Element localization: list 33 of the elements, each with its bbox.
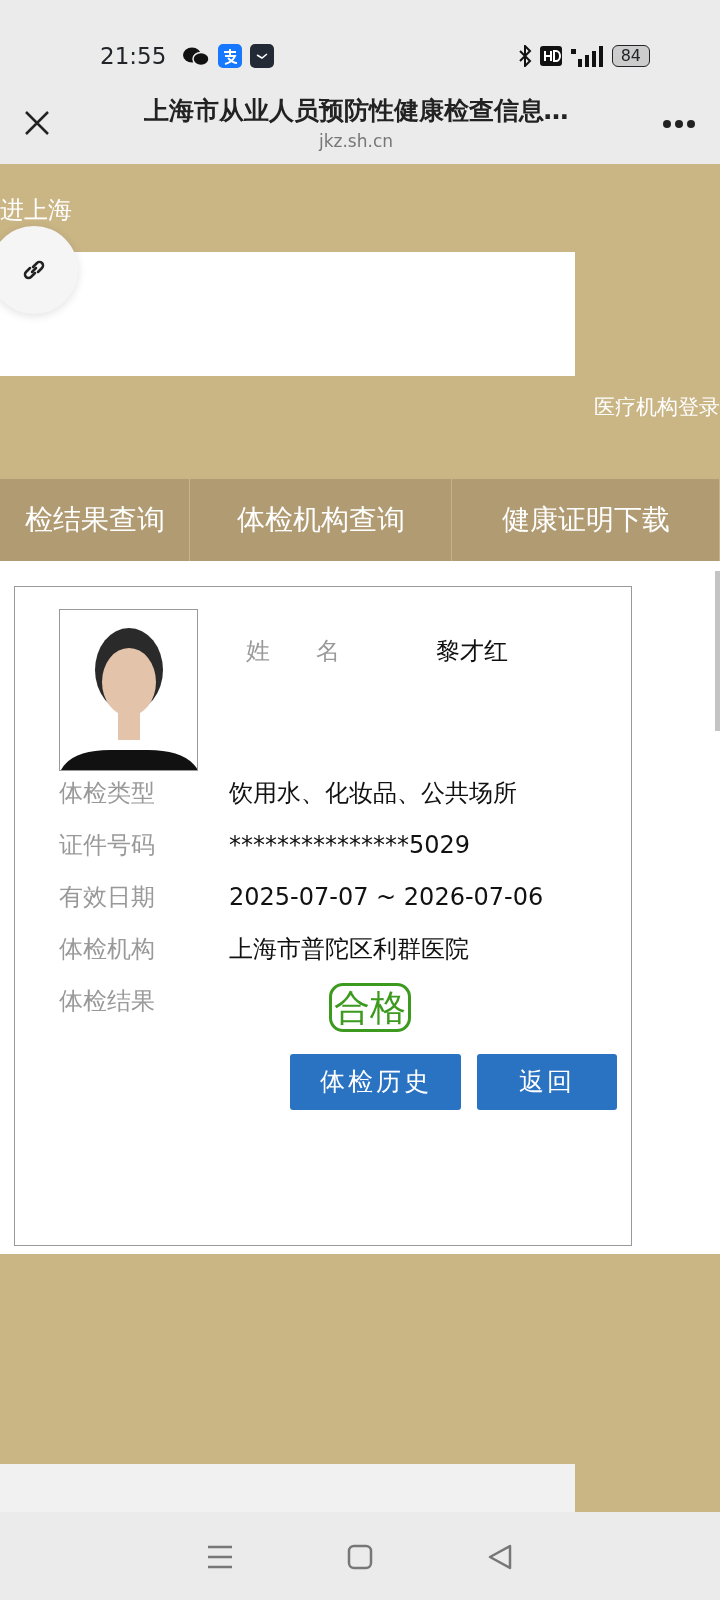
page-title: 上海市从业人员预防性健康检查信息… bbox=[142, 94, 570, 127]
close-icon bbox=[24, 110, 50, 136]
field-value: ***************5029 bbox=[229, 830, 471, 861]
app-icon bbox=[250, 44, 275, 68]
payment-app-icon bbox=[218, 44, 243, 68]
field-value: 2025-07-07 ~ 2026-07-06 bbox=[229, 882, 544, 913]
hd-icon bbox=[539, 46, 562, 66]
field-value: 饮用水、化妆品、公共场所 bbox=[229, 778, 517, 809]
name-value: 黎才红 bbox=[436, 636, 508, 667]
field-label: 有效日期 bbox=[59, 882, 156, 913]
battery-level: 84 bbox=[620, 45, 641, 67]
field-label: 证件号码 bbox=[59, 830, 156, 861]
field-label: 体检机构 bbox=[59, 934, 156, 965]
field-label: 体检类型 bbox=[59, 778, 156, 809]
name-label: 名 bbox=[316, 636, 340, 667]
home-icon[interactable] bbox=[347, 1544, 373, 1570]
result-stamp: 合格 bbox=[329, 983, 411, 1033]
status-time: 21:55 bbox=[100, 41, 167, 71]
bluetooth-icon bbox=[517, 45, 532, 67]
menu-icon[interactable] bbox=[207, 1545, 233, 1569]
field-value: 上海市普陀区利群医院 bbox=[229, 934, 469, 965]
page-url: jkz.sh.cn bbox=[317, 130, 395, 153]
chat-icon bbox=[182, 45, 211, 67]
field-label: 体检结果 bbox=[59, 986, 156, 1017]
close-button[interactable] bbox=[24, 110, 50, 136]
signal-icon bbox=[569, 45, 604, 67]
login-link[interactable]: 医疗机构登录 bbox=[594, 392, 720, 424]
back-icon[interactable] bbox=[487, 1544, 513, 1570]
banner-text: 进上海 bbox=[0, 196, 72, 224]
name-label: 姓 bbox=[246, 636, 270, 667]
history-button[interactable]: 体检历史 bbox=[290, 1054, 461, 1111]
back-button[interactable]: 返回 bbox=[477, 1054, 617, 1111]
more-icon bbox=[662, 118, 696, 129]
